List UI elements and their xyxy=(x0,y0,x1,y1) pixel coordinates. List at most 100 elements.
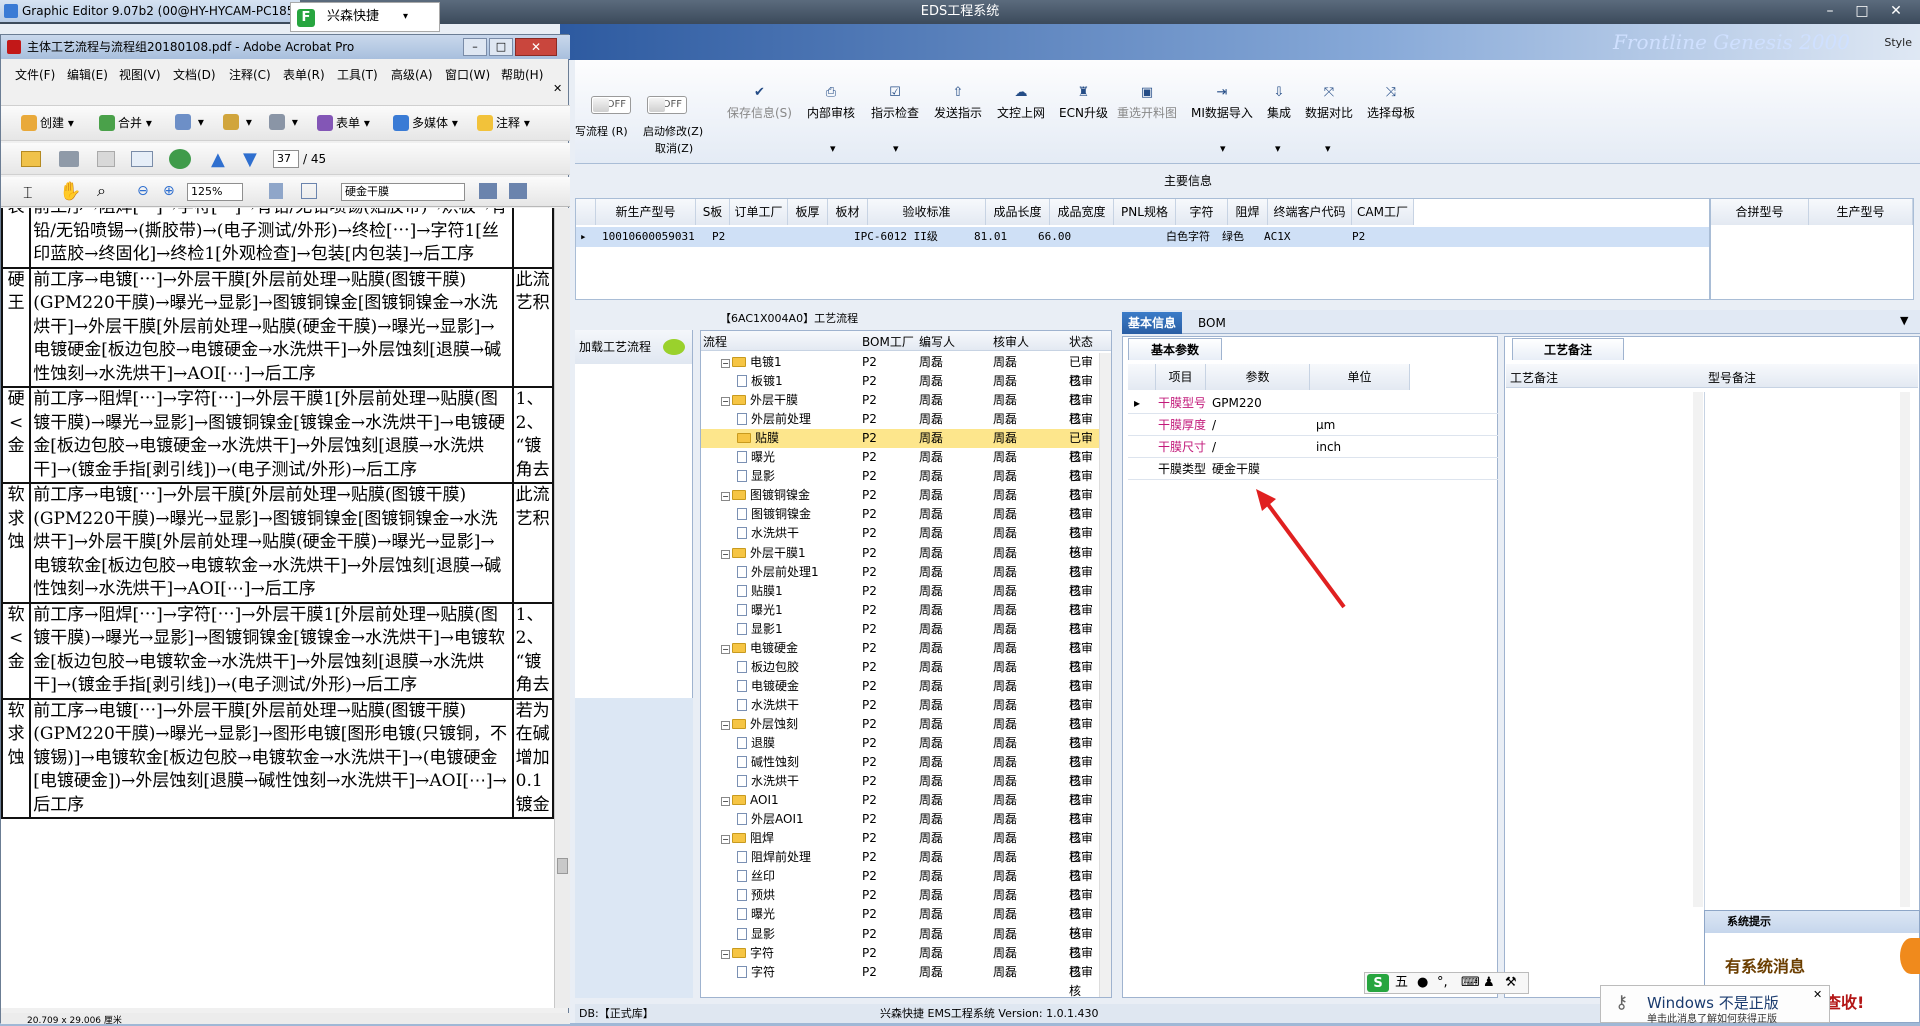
cell-legend[interactable]: 白色字符 xyxy=(1166,227,1210,247)
collapse-icon[interactable]: − xyxy=(721,720,730,730)
notes-process-textarea-scroll[interactable] xyxy=(1693,392,1703,907)
param-col-value[interactable]: 参数 xyxy=(1206,364,1310,390)
col-cam-factory[interactable]: CAM工厂 xyxy=(1352,199,1414,225)
close-icon[interactable]: ✕ xyxy=(1813,988,1822,1001)
chevron-down-icon[interactable]: ▾ xyxy=(403,3,408,31)
collapse-icon[interactable]: − xyxy=(721,549,730,559)
minimize-icon[interactable]: – xyxy=(1818,2,1842,20)
menu-window[interactable]: 窗口(W) xyxy=(445,65,490,85)
col-thickness[interactable]: 板厚 xyxy=(788,199,828,225)
cell-width[interactable]: 66.00 xyxy=(1038,227,1071,247)
pdf-page[interactable]: 表前工序→阻焊[⋯]→字符[⋯]→有铅/无铅喷锡(贴胶带)→烘板→有铅/无铅喷锡… xyxy=(1,208,554,1008)
collapse-icon[interactable]: − xyxy=(721,492,730,502)
tree-row[interactable]: 板边包胶 P2 周磊 周磊 已审核 xyxy=(701,658,1101,693)
tree-row[interactable]: 退膜 P2 周磊 周磊 已审核 xyxy=(701,734,1101,769)
param-row[interactable]: 干膜尺寸 / inch xyxy=(1128,436,1498,458)
tree-scrollbar[interactable] xyxy=(1099,353,1111,997)
hand-icon[interactable]: ✋ xyxy=(59,181,81,202)
ecn-upgrade-button[interactable]: ♜ ECN升级 xyxy=(1059,86,1108,121)
col-order-factory[interactable]: 订单工厂 xyxy=(730,199,788,225)
cell-order-factory[interactable]: P2 xyxy=(712,227,725,247)
tree-col-reviewer[interactable]: 核审人 xyxy=(993,333,1029,350)
cell-solder-mask[interactable]: 绿色 xyxy=(1222,227,1244,247)
wrench-icon[interactable]: ⚒ xyxy=(1505,973,1517,993)
tree-row[interactable]: 显影 P2 周磊 周磊 已审核 xyxy=(701,925,1101,960)
secure-button[interactable]: ▾ xyxy=(223,114,252,130)
tree-row[interactable]: 显影 P2 周磊 周磊 已审核 xyxy=(701,467,1101,502)
maximize-icon[interactable]: □ xyxy=(1850,2,1874,20)
toggle-write-flow[interactable]: OFF xyxy=(591,96,631,114)
col-customer-code[interactable]: 终端客户代码 xyxy=(1268,199,1352,225)
chevron-down-icon[interactable]: ▾ xyxy=(1220,142,1226,155)
sign-button[interactable]: ▾ xyxy=(269,114,298,130)
collapse-icon[interactable]: − xyxy=(721,797,730,807)
combine-button[interactable]: 合并 ▾ xyxy=(99,114,152,131)
tree-row[interactable]: 碱性蚀刻 P2 周磊 周磊 已审核 xyxy=(701,753,1101,788)
print-icon[interactable] xyxy=(59,151,79,167)
tree-row[interactable]: 图镀铜镍金 P2 周磊 周磊 已审核 xyxy=(701,505,1101,540)
internal-review-button[interactable]: ⎙ 内部审核 xyxy=(807,86,855,121)
cell-customer-code[interactable]: AC1X xyxy=(1264,227,1291,247)
select-motherboard-button[interactable]: ⤨ 选择母板 xyxy=(1367,86,1415,121)
col-s-board[interactable]: S板 xyxy=(696,199,730,225)
tab-basic-params[interactable]: 基本参数 xyxy=(1128,338,1222,360)
user-icon[interactable]: ♟ xyxy=(1483,973,1495,993)
collapse-icon[interactable]: − xyxy=(721,949,730,959)
param-value[interactable]: GPM220 xyxy=(1212,392,1262,414)
param-value[interactable]: / xyxy=(1212,414,1216,436)
tree-row[interactable]: − 外层蚀刻 P2 周磊 周磊 已审核 xyxy=(701,715,1101,750)
tree-col-writer[interactable]: 编写人 xyxy=(919,333,955,350)
integrate-button[interactable]: ⇩ 集成 xyxy=(1267,86,1291,121)
windows-activation-toast[interactable]: ⚷ Windows 不是正版 单击此消息了解如何获得正版 ✕ xyxy=(1600,985,1830,1025)
tab-process-notes[interactable]: 工艺备注 xyxy=(1512,338,1624,360)
param-row[interactable]: ▸ 干膜型号 GPM220 xyxy=(1128,392,1498,414)
menu-help[interactable]: 帮助(H) xyxy=(501,65,543,85)
menu-edit[interactable]: 编辑(E) xyxy=(67,65,108,85)
data-compare-button[interactable]: ⤧ 数据对比 xyxy=(1305,86,1353,121)
fit-page-icon[interactable] xyxy=(269,183,283,199)
doc-control-upload-button[interactable]: ☁ 文控上网 xyxy=(997,86,1045,121)
tree-row[interactable]: − 电镀1 P2 周磊 周磊 已审核 xyxy=(701,353,1101,388)
param-row[interactable]: 干膜类型 硬金干膜 xyxy=(1128,458,1498,480)
minimize-icon[interactable]: – xyxy=(463,38,487,56)
cell-new-model[interactable]: 10010600059031 xyxy=(602,227,695,247)
tree-col-flow[interactable]: 流程 xyxy=(703,333,727,350)
symbol-icon[interactable]: °, xyxy=(1437,973,1448,993)
zoom-in-icon[interactable]: ⊕ xyxy=(163,183,175,199)
chevron-down-icon[interactable]: ▾ xyxy=(830,142,836,155)
sogou-icon[interactable]: S xyxy=(1367,974,1389,992)
instruction-check-button[interactable]: ☑ 指示检查 xyxy=(871,86,919,121)
forms-button[interactable]: 表单 ▾ xyxy=(317,114,370,131)
fit-width-icon[interactable] xyxy=(301,183,317,199)
acrobat-titlebar[interactable]: 主体工艺流程与流程组20180108.pdf - Adobe Acrobat P… xyxy=(1,35,570,59)
zoom-icon[interactable]: ⌕ xyxy=(97,181,106,201)
maximize-icon[interactable]: □ xyxy=(489,38,513,56)
close-doc-icon[interactable]: ✕ xyxy=(553,79,562,99)
tree-row[interactable]: − 图镀铜镍金 P2 周磊 周磊 已审核 xyxy=(701,486,1101,521)
param-unit[interactable]: inch xyxy=(1316,436,1341,458)
scroll-thumb[interactable] xyxy=(557,858,568,874)
tree-row[interactable]: 曝光 P2 周磊 周磊 已审核 xyxy=(701,905,1101,940)
param-col-item[interactable]: 项目 xyxy=(1156,364,1206,390)
param-unit[interactable]: μm xyxy=(1316,414,1335,436)
col-production-model[interactable]: 生产型号 xyxy=(1809,199,1913,225)
tree-row[interactable]: 外层前处理P2周磊周磊已审核 xyxy=(701,410,1101,445)
close-icon[interactable]: ✕ xyxy=(515,38,557,56)
prev-page-icon[interactable]: ▲ xyxy=(211,149,225,170)
tree-row[interactable]: 曝光 P2 周磊 周磊 已审核 xyxy=(701,448,1101,483)
menu-forms[interactable]: 表单(R) xyxy=(283,65,325,85)
collapse-icon[interactable]: − xyxy=(721,397,730,407)
menu-comments[interactable]: 注释(C) xyxy=(229,65,271,85)
save-info-button[interactable]: ✔ 保存信息(S) xyxy=(727,86,792,121)
cancel-label[interactable]: 取消(Z) xyxy=(655,140,693,156)
tree-col-status[interactable]: 状态 xyxy=(1069,333,1093,350)
collaborate-icon[interactable] xyxy=(169,149,191,169)
tree-row[interactable]: 曝光1 P2 周磊 周磊 已审核 xyxy=(701,601,1101,636)
punct-icon[interactable]: ● xyxy=(1417,973,1428,993)
collapse-icon[interactable]: − xyxy=(721,835,730,845)
tab-basic-info[interactable]: 基本信息 xyxy=(1122,312,1183,334)
tree-col-factory[interactable]: BOM工厂 xyxy=(862,333,914,350)
param-row[interactable]: 干膜厚度 / μm xyxy=(1128,414,1498,436)
search-input[interactable]: 硬金干膜 xyxy=(341,183,465,201)
tree-row[interactable]: 外层前处理1 P2 周磊 周磊 已审核 xyxy=(701,563,1101,598)
